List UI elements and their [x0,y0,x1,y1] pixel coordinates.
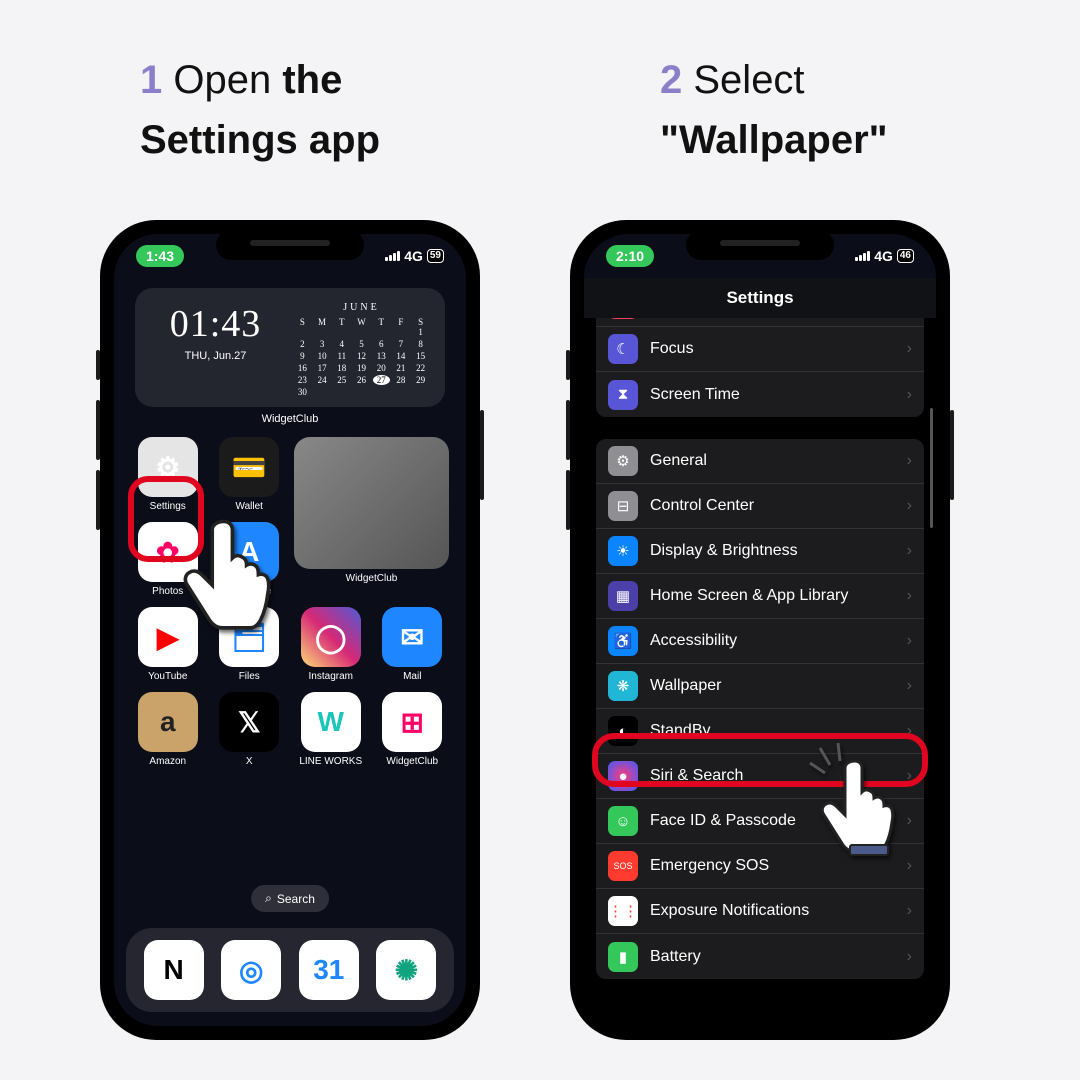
settings-icon: ▮ [608,942,638,972]
settings-row-siri-search[interactable]: ●Siri & Search› [596,754,924,799]
phone-2-frame: 2:10 4G 46 Settings 🔊Sounds & Haptics›☾F… [570,220,950,1040]
chevron-right-icon: › [907,767,912,785]
battery-icon: 59 [427,249,444,263]
status-bar: 2:10 4G 46 [584,234,936,278]
settings-row-wallpaper[interactable]: ❋Wallpaper› [596,664,924,709]
chevron-right-icon: › [907,812,912,830]
dock-calendar[interactable]: 31 [299,940,359,1000]
settings-row-sounds-haptics[interactable]: 🔊Sounds & Haptics› [596,318,924,327]
chevron-right-icon: › [907,902,912,920]
status-time: 2:10 [606,245,654,267]
settings-icon: ☾ [608,334,638,364]
app-amazon[interactable]: aAmazon [131,692,205,767]
step-1-title: 1 Open the Settings app [140,50,520,170]
clock-calendar-widget[interactable]: 01:43 THU, Jun.27 JUNE SMTWTFS 123456789… [135,288,445,407]
chevron-right-icon: › [907,386,912,404]
status-time: 1:43 [136,245,184,267]
settings-list[interactable]: 🔊Sounds & Haptics›☾Focus›⧗Screen Time› ⚙G… [584,318,936,1026]
scrollbar[interactable] [930,408,933,528]
dock-chatgpt[interactable]: ✺ [376,940,436,1000]
widget-date: THU, Jun.27 [151,350,280,362]
settings-row-standby[interactable]: ◐StandBy› [596,709,924,754]
settings-icon: ❋ [608,671,638,701]
chevron-right-icon: › [907,722,912,740]
phone-1-frame: 1:43 4G 59 01:43 THU, Jun.27 JUNE SMTWTF… [100,220,480,1040]
chevron-right-icon: › [907,948,912,966]
settings-icon: ⋮⋮ [608,896,638,926]
home-screen: 1:43 4G 59 01:43 THU, Jun.27 JUNE SMTWTF… [114,234,466,1026]
settings-row-home-screen-app-library[interactable]: ▦Home Screen & App Library› [596,574,924,619]
network-label: 4G [874,248,893,264]
dock: N ◎ 31 ✺ [126,928,454,1012]
app-line-works[interactable]: WLINE WORKS [294,692,368,767]
settings-icon: ◐ [608,716,638,746]
settings-icon: ⊟ [608,491,638,521]
search-pill[interactable]: ⌕ Search [251,885,329,912]
settings-row-exposure-notifications[interactable]: ⋮⋮Exposure Notifications› [596,889,924,934]
app-settings[interactable]: ⚙Settings [131,437,205,512]
settings-icon: ☺ [608,806,638,836]
app-widgetclub[interactable]: ⊞WidgetClub [376,692,450,767]
settings-row-screen-time[interactable]: ⧗Screen Time› [596,372,924,417]
chevron-right-icon: › [907,542,912,560]
settings-row-display-brightness[interactable]: ☀Display & Brightness› [596,529,924,574]
app-mail[interactable]: ✉Mail [376,607,450,682]
signal-icon [855,251,870,261]
settings-row-emergency-sos[interactable]: SOSEmergency SOS› [596,844,924,889]
app-files[interactable]: 🗂Files [213,607,287,682]
settings-icon: ♿ [608,626,638,656]
settings-row-battery[interactable]: ▮Battery› [596,934,924,979]
app-x[interactable]: 𝕏X [213,692,287,767]
network-label: 4G [404,248,423,264]
widget-time: 01:43 [151,302,280,346]
settings-icon: ☀ [608,536,638,566]
app-app-store[interactable]: AApp Store [213,522,287,597]
status-bar: 1:43 4G 59 [114,234,466,278]
app-wallet[interactable]: 💳Wallet [213,437,287,512]
settings-icon: ⚙ [608,446,638,476]
search-icon: ⌕ [265,891,272,906]
chevron-right-icon: › [907,677,912,695]
signal-icon [385,251,400,261]
settings-icon: ▦ [608,581,638,611]
nav-title: Settings [584,278,936,318]
photo-widget[interactable]: WidgetClub [294,437,449,597]
chevron-right-icon: › [907,452,912,470]
battery-icon: 46 [897,249,914,263]
settings-row-accessibility[interactable]: ♿Accessibility› [596,619,924,664]
chevron-right-icon: › [907,632,912,650]
settings-row-face-id-passcode[interactable]: ☺Face ID & Passcode› [596,799,924,844]
app-instagram[interactable]: ◯Instagram [294,607,368,682]
settings-row-control-center[interactable]: ⊟Control Center› [596,484,924,529]
step-2-title: 2 Select "Wallpaper" [660,50,1020,170]
settings-icon: 🔊 [608,318,638,319]
widget-label: WidgetClub [114,413,466,425]
dock-notion[interactable]: N [144,940,204,1000]
chevron-right-icon: › [907,497,912,515]
chevron-right-icon: › [907,340,912,358]
settings-row-general[interactable]: ⚙General› [596,439,924,484]
settings-icon: ● [608,761,638,791]
chevron-right-icon: › [907,857,912,875]
settings-icon: SOS [608,851,638,881]
dock-safari[interactable]: ◎ [221,940,281,1000]
chevron-right-icon: › [907,587,912,605]
settings-row-focus[interactable]: ☾Focus› [596,327,924,372]
app-youtube[interactable]: ▶YouTube [131,607,205,682]
app-photos[interactable]: ✿Photos [131,522,205,597]
settings-screen: 2:10 4G 46 Settings 🔊Sounds & Haptics›☾F… [584,234,936,1026]
calendar-grid: JUNE SMTWTFS 123456789101112131415161718… [294,302,429,397]
settings-icon: ⧗ [608,380,638,410]
